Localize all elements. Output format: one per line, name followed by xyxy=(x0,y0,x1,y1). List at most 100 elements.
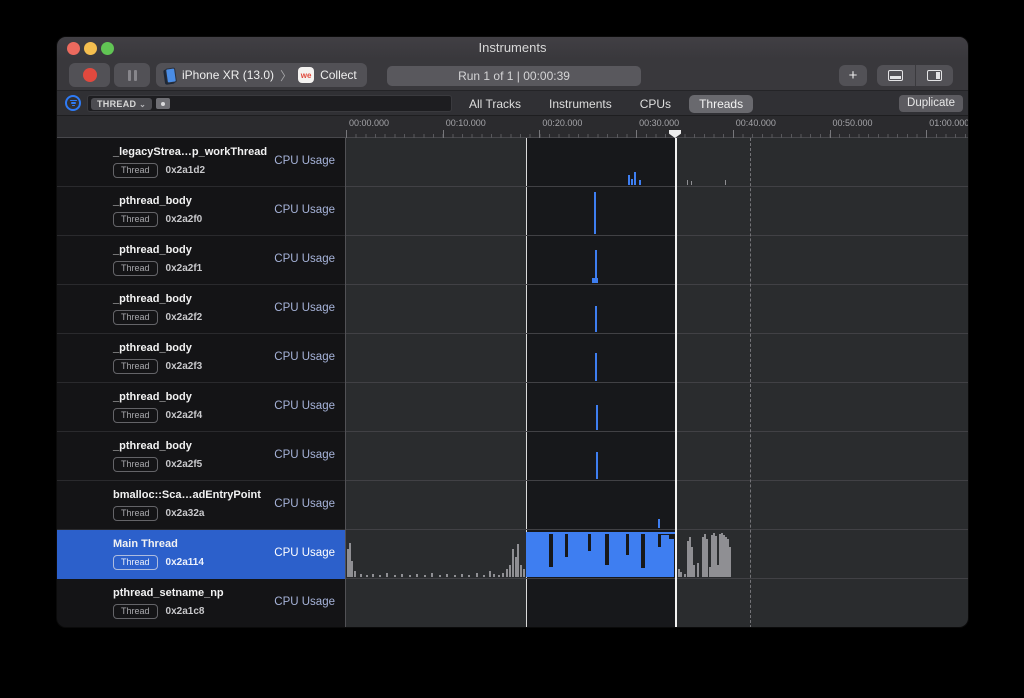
iphone-device-icon xyxy=(165,67,177,83)
tab-threads[interactable]: Threads xyxy=(689,95,753,113)
cpu-usage-lane[interactable] xyxy=(346,481,969,530)
toolbar: iPhone XR (13.0) 〉 we Collect Run 1 of 1… xyxy=(57,59,968,91)
filter-token-option[interactable] xyxy=(156,98,170,109)
thread-meta: Thread0x2a32a xyxy=(113,506,204,521)
track-header[interactable]: _pthread_bodyThread0x2a2f3CPU Usage xyxy=(57,334,345,383)
graph-bar xyxy=(424,575,426,577)
graph-bar xyxy=(595,353,597,381)
track-header[interactable]: _pthread_bodyThread0x2a2f5CPU Usage xyxy=(57,432,345,481)
thread-meta: Thread0x2a114 xyxy=(113,555,204,570)
filter-token-thread[interactable]: THREAD ⌄ xyxy=(91,98,152,110)
cpu-usage-lane[interactable] xyxy=(346,432,969,481)
track-header[interactable]: bmalloc::Sca…adEntryPointThread0x2a32a CP… xyxy=(57,481,345,530)
record-button[interactable] xyxy=(69,63,110,87)
desktop-background: Instruments iPhone XR (13.0) 〉 we Collec… xyxy=(0,0,1024,698)
tab-cpus[interactable]: CPUs xyxy=(630,95,681,113)
track-header[interactable]: _pthread_bodyThread0x2a2f1CPU Usage xyxy=(57,236,345,285)
playhead-line[interactable] xyxy=(675,138,677,628)
time-ruler[interactable]: 00:00.00000:10.00000:20.00000:30.00000:4… xyxy=(57,116,968,138)
thread-name: _pthread_body xyxy=(113,440,192,452)
process-name: Collect xyxy=(320,68,357,82)
graph-bar xyxy=(446,574,448,577)
major-tick xyxy=(733,130,734,138)
thread-name: bmalloc::Sca…adEntryPoint xyxy=(113,489,261,501)
track-header[interactable]: pthread_setname_npThread0x2a1c8CPU Usage xyxy=(57,579,345,628)
track-header[interactable]: _pthread_bodyThread0x2a2f4CPU Usage xyxy=(57,383,345,432)
pause-button[interactable] xyxy=(114,63,150,87)
cpu-usage-lane[interactable] xyxy=(346,285,969,334)
graph-bar xyxy=(409,575,411,577)
graph-bar xyxy=(502,573,504,577)
device-name: iPhone XR (13.0) xyxy=(182,68,274,82)
thread-meta: Thread0x2a2f2 xyxy=(113,310,202,325)
meter-label: CPU Usage xyxy=(274,498,335,510)
meter-label: CPU Usage xyxy=(274,400,335,412)
track-filter-input[interactable]: THREAD ⌄ xyxy=(87,95,452,112)
pause-icon xyxy=(128,70,137,81)
thread-meta: Thread0x2a1d2 xyxy=(113,163,205,178)
track-header[interactable]: Main ThreadThread0x2a114CPU Usage xyxy=(57,530,345,579)
cpu-usage-lane[interactable] xyxy=(346,383,969,432)
thread-name: pthread_setname_np xyxy=(113,587,224,599)
graph-bar xyxy=(523,569,525,577)
instruments-window: Instruments iPhone XR (13.0) 〉 we Collec… xyxy=(56,36,969,628)
right-pane-toggle[interactable] xyxy=(915,65,954,86)
graph-bar xyxy=(461,574,463,577)
track-header[interactable]: _legacyStrea…p_workThreadThread0x2a1d2CP… xyxy=(57,138,345,187)
graph-bar xyxy=(439,575,441,577)
thread-badge: Thread xyxy=(113,408,158,423)
end-of-data-marker xyxy=(750,138,751,628)
cpu-usage-lane[interactable] xyxy=(346,138,969,187)
graph-bar xyxy=(379,575,381,577)
duplicate-button[interactable]: Duplicate xyxy=(899,95,963,112)
cpu-usage-lane[interactable] xyxy=(346,530,969,579)
thread-address: 0x2a2f3 xyxy=(166,361,203,372)
graph-bar xyxy=(661,535,669,577)
graph-bar xyxy=(416,574,418,577)
graph-bar xyxy=(493,574,495,577)
graph-bar xyxy=(512,549,514,577)
thread-meta: Thread0x2a2f3 xyxy=(113,359,202,374)
cpu-usage-lane[interactable] xyxy=(346,236,969,285)
major-tick xyxy=(830,130,831,138)
tab-all-tracks[interactable]: All Tracks xyxy=(459,95,531,113)
graph-bar xyxy=(687,180,688,185)
cpu-usage-lane[interactable] xyxy=(346,579,969,628)
tick-label: 00:10.000 xyxy=(446,118,486,128)
tick-label: 00:00.000 xyxy=(349,118,389,128)
graph-bar xyxy=(591,534,605,577)
chevron-separator-icon: 〉 xyxy=(280,67,292,84)
graph-bar xyxy=(526,534,549,577)
graph-bar xyxy=(401,574,403,577)
thread-badge: Thread xyxy=(113,604,158,619)
track-header[interactable]: _pthread_bodyThread0x2a2f2CPU Usage xyxy=(57,285,345,334)
meter-label: CPU Usage xyxy=(274,253,335,265)
thread-address: 0x2a1c8 xyxy=(166,606,205,617)
graph-bar xyxy=(693,565,695,577)
run-status-display: Run 1 of 1 | 00:00:39 xyxy=(387,66,641,86)
graph-bar xyxy=(691,181,692,185)
graph-bar xyxy=(360,574,362,577)
tick-label: 00:30.000 xyxy=(639,118,679,128)
graph-bar xyxy=(596,405,598,430)
chevron-down-icon: ⌄ xyxy=(139,100,146,109)
window-title: Instruments xyxy=(57,40,968,55)
bottom-pane-toggle[interactable] xyxy=(877,65,915,86)
cpu-usage-lane[interactable] xyxy=(346,334,969,383)
add-instrument-button[interactable]: + xyxy=(839,65,867,86)
target-selector[interactable]: iPhone XR (13.0) 〉 we Collect xyxy=(156,63,367,87)
graph-bar xyxy=(489,571,491,577)
graph-bar xyxy=(394,575,396,577)
title-bar[interactable]: Instruments xyxy=(57,37,968,59)
major-tick xyxy=(539,130,540,138)
meter-label: CPU Usage xyxy=(274,302,335,314)
tab-instruments[interactable]: Instruments xyxy=(539,95,622,113)
graph-bar xyxy=(629,534,641,577)
graph-bar xyxy=(483,575,485,577)
timeline-lanes[interactable] xyxy=(345,138,969,628)
graph-bar xyxy=(372,574,374,577)
track-header[interactable]: _pthread_bodyThread0x2a2f0CPU Usage xyxy=(57,187,345,236)
cpu-usage-lane[interactable] xyxy=(346,187,969,236)
thread-badge: Thread xyxy=(113,212,158,227)
filter-icon[interactable] xyxy=(65,95,81,111)
